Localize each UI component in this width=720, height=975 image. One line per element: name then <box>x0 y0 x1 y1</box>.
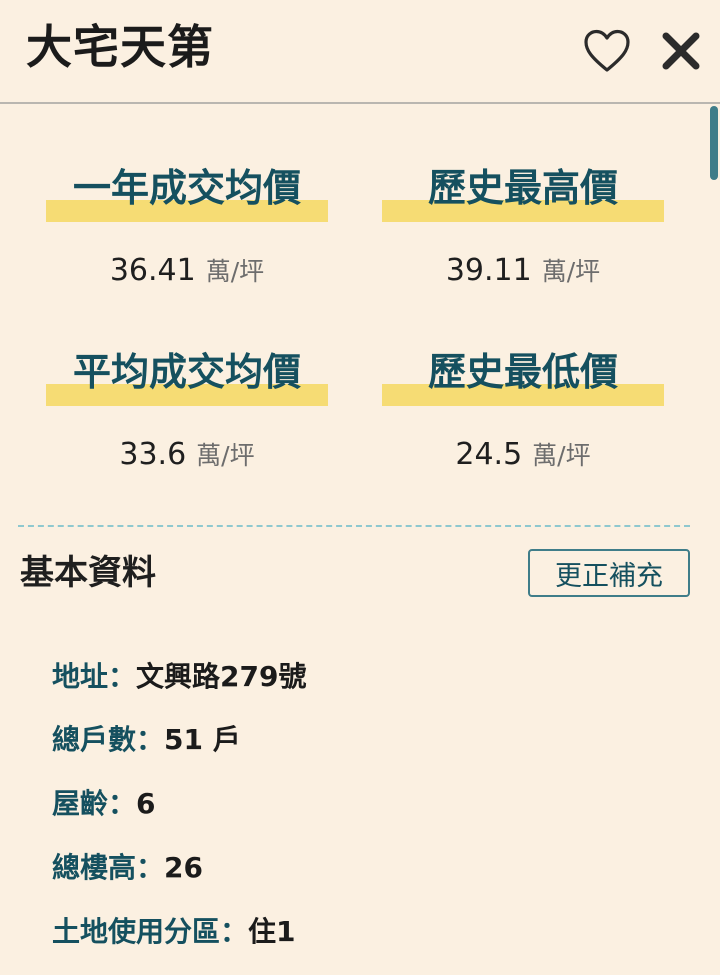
close-icon <box>662 32 700 70</box>
section-title: 基本資料 <box>20 553 156 593</box>
close-button[interactable] <box>656 26 706 76</box>
info-row-land-zoning: 土地使用分區：住1 <box>52 912 296 952</box>
info-value: 6 <box>136 787 156 820</box>
info-label: 屋齡 <box>52 787 109 820</box>
stat-historical-high: 歷史最高價 39.11 萬/坪 <box>382 162 664 288</box>
info-row-households: 總戶數：51 戶 <box>52 720 241 760</box>
info-value: 26 <box>164 851 203 884</box>
info-value: 住1 <box>248 915 296 948</box>
stat-value: 33.6 <box>119 437 187 472</box>
section-divider <box>18 525 690 527</box>
header: 大宅天第 <box>0 0 720 104</box>
stat-label: 一年成交均價 <box>72 166 301 210</box>
info-value: 文興路279號 <box>136 660 307 693</box>
building-detail-panel: 大宅天第 一年成交均價 36.41 萬/坪 歷史最高價 39.11 萬/坪 平均… <box>0 0 720 975</box>
page-title: 大宅天第 <box>26 20 214 74</box>
info-separator: ： <box>136 851 165 884</box>
heart-outline-icon <box>584 29 630 72</box>
stat-label: 歷史最高價 <box>427 166 618 210</box>
stat-historical-low: 歷史最低價 24.5 萬/坪 <box>382 346 664 472</box>
info-row-total-floors: 總樓高：26 <box>52 848 203 888</box>
info-label: 土地使用分區 <box>52 915 221 948</box>
info-label: 總樓高 <box>52 851 137 884</box>
info-row-building-age: 屋齡：6 <box>52 784 156 824</box>
info-separator: ： <box>108 660 137 693</box>
info-separator: ： <box>108 787 137 820</box>
favorite-button[interactable] <box>582 26 632 76</box>
info-row-address: 地址：文興路279號 <box>52 657 306 697</box>
stat-label: 歷史最低價 <box>427 350 618 394</box>
stat-unit: 萬/坪 <box>532 441 591 470</box>
stat-one-year-avg: 一年成交均價 36.41 萬/坪 <box>46 162 328 288</box>
info-label: 總戶數 <box>52 723 137 756</box>
stat-unit: 萬/坪 <box>196 441 255 470</box>
scrollbar-thumb[interactable] <box>710 106 718 180</box>
stat-value: 39.11 <box>445 253 532 288</box>
stat-label: 平均成交均價 <box>72 350 301 394</box>
correct-supplement-button[interactable]: 更正補充 <box>528 549 690 597</box>
stat-value: 24.5 <box>455 437 523 472</box>
stat-unit: 萬/坪 <box>205 257 265 286</box>
info-value: 51 戶 <box>164 723 241 756</box>
info-separator: ： <box>220 915 249 948</box>
stat-average-price: 平均成交均價 33.6 萬/坪 <box>46 346 328 472</box>
stat-unit: 萬/坪 <box>541 257 601 286</box>
info-label: 地址 <box>52 660 109 693</box>
info-separator: ： <box>136 723 165 756</box>
stat-value: 36.41 <box>109 253 196 288</box>
